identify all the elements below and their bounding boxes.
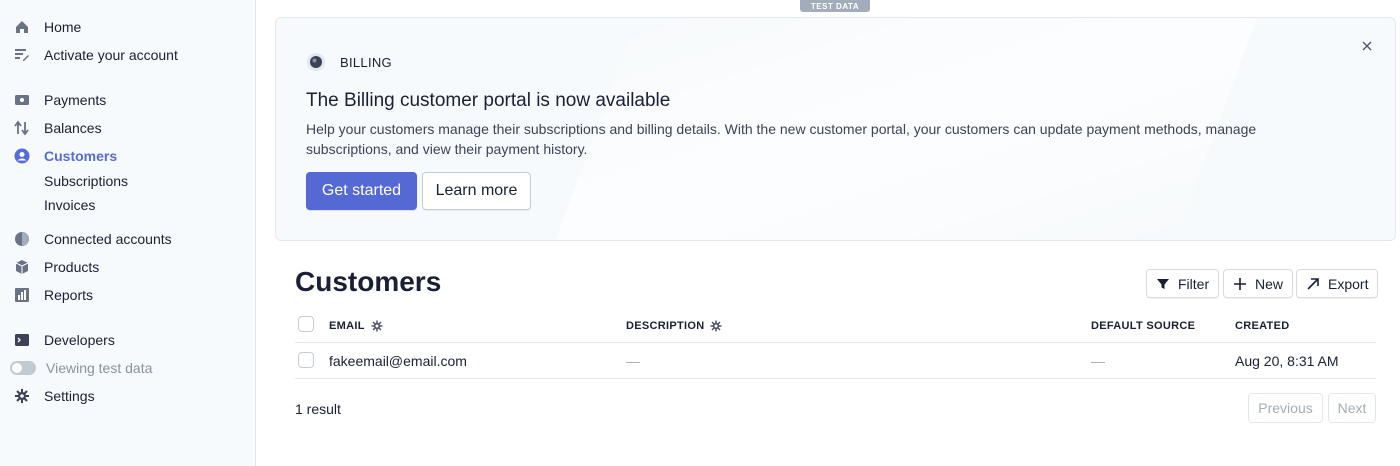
sidebar-item-connected-accounts[interactable]: Connected accounts <box>12 227 172 251</box>
toggle-icon[interactable] <box>10 361 36 375</box>
cell-created: Aug 20, 8:31 AM <box>1235 353 1339 369</box>
sidebar-item-home[interactable]: Home <box>12 15 81 39</box>
filter-label: Filter <box>1178 275 1210 292</box>
sidebar-item-label: Payments <box>44 92 107 108</box>
sidebar-item-developers[interactable]: Developers <box>12 328 115 352</box>
banner-description: Help your customers manage their subscri… <box>306 121 1257 157</box>
sidebar-item-label: Viewing test data <box>46 360 153 376</box>
column-settings-gear-icon[interactable] <box>371 320 383 332</box>
sidebar: Home Activate your account Payments Bala… <box>0 0 256 466</box>
column-header-description[interactable]: DESCRIPTION <box>626 320 722 332</box>
result-count: 1 result <box>295 401 341 417</box>
column-settings-gear-icon[interactable] <box>710 320 722 332</box>
home-icon <box>12 17 32 37</box>
sidebar-item-balances[interactable]: Balances <box>12 116 102 140</box>
table-header: EMAIL DESCRIPTION DEFAULT SOURCE CREATED <box>295 310 1376 343</box>
next-page-button[interactable]: Next <box>1328 393 1376 423</box>
row-checkbox[interactable] <box>298 352 314 368</box>
sidebar-item-label: Products <box>44 259 100 275</box>
table-row[interactable]: fakeemail@email.com — — Aug 20, 8:31 AM <box>295 343 1376 379</box>
filter-icon <box>1156 277 1170 291</box>
gear-icon <box>12 386 32 406</box>
reports-icon <box>12 285 32 305</box>
sidebar-subitem-subscriptions[interactable]: Subscriptions <box>44 173 128 189</box>
sidebar-item-label: Developers <box>44 332 115 348</box>
sidebar-item-activate[interactable]: Activate your account <box>12 43 178 67</box>
new-customer-button[interactable]: New <box>1223 269 1294 298</box>
column-header-default-source: DEFAULT SOURCE <box>1091 320 1196 332</box>
sidebar-item-reports[interactable]: Reports <box>12 283 93 307</box>
sidebar-item-test-data-toggle[interactable]: Viewing test data <box>10 356 153 380</box>
sidebar-item-label: Reports <box>44 287 94 303</box>
select-all-checkbox[interactable] <box>298 316 314 332</box>
customers-icon <box>12 146 32 166</box>
export-arrow-icon <box>1306 277 1320 291</box>
cell-description: — <box>626 353 640 369</box>
column-header-email[interactable]: EMAIL <box>329 320 383 332</box>
sidebar-item-label: Connected accounts <box>44 231 172 247</box>
sidebar-item-settings[interactable]: Settings <box>12 384 95 408</box>
new-label: New <box>1255 275 1284 292</box>
sidebar-item-label: Settings <box>44 388 95 404</box>
plus-icon <box>1233 277 1247 291</box>
cell-email: fakeemail@email.com <box>329 353 467 369</box>
payments-icon <box>12 90 32 110</box>
billing-icon <box>306 52 326 72</box>
page-title: Customers <box>295 266 442 297</box>
get-started-button[interactable]: Get started <box>306 172 417 210</box>
sidebar-item-products[interactable]: Products <box>12 255 99 279</box>
banner-eyebrow-label: BILLING <box>340 54 392 70</box>
sidebar-subitem-invoices[interactable]: Invoices <box>44 197 95 213</box>
sidebar-item-customers[interactable]: Customers <box>12 144 117 168</box>
close-icon[interactable] <box>1359 38 1375 54</box>
filter-button[interactable]: Filter <box>1146 269 1220 298</box>
sidebar-item-label: Home <box>44 19 82 35</box>
balances-icon <box>12 118 32 138</box>
column-label: DESCRIPTION <box>626 320 705 332</box>
banner-eyebrow: BILLING <box>306 52 392 72</box>
developers-icon <box>12 330 32 350</box>
column-label: EMAIL <box>329 320 365 332</box>
sidebar-item-label: Customers <box>44 148 118 164</box>
export-label: Export <box>1328 275 1369 292</box>
activate-icon <box>12 45 32 65</box>
billing-banner: BILLING The Billing customer portal is n… <box>275 17 1396 241</box>
previous-page-button[interactable]: Previous <box>1248 393 1323 423</box>
sidebar-item-label: Activate your account <box>44 47 178 63</box>
sidebar-item-payments[interactable]: Payments <box>12 88 106 112</box>
export-button[interactable]: Export <box>1296 269 1379 298</box>
products-icon <box>12 257 32 277</box>
banner-title: The Billing customer portal is now avail… <box>306 90 671 111</box>
sidebar-item-label: Balances <box>44 120 102 136</box>
learn-more-button[interactable]: Learn more <box>422 172 531 210</box>
test-data-badge: TEST DATA <box>800 0 870 12</box>
cell-default-source: — <box>1091 353 1105 369</box>
connected-accounts-icon <box>12 229 32 249</box>
column-header-created: CREATED <box>1235 320 1290 332</box>
